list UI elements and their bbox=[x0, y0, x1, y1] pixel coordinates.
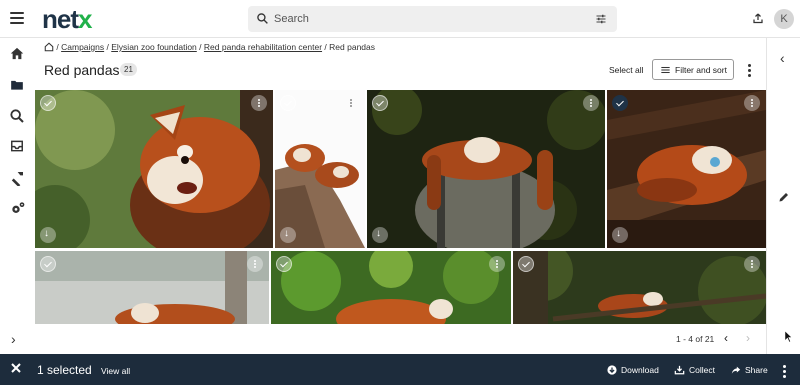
share-label: Share bbox=[745, 365, 768, 375]
previous-page-icon[interactable]: ‹ bbox=[724, 331, 728, 345]
asset-tile-red-panda-branch[interactable] bbox=[513, 251, 766, 324]
view-all-button[interactable]: View all bbox=[101, 366, 130, 376]
collect-button[interactable]: Collect bbox=[674, 365, 715, 375]
red-panda-photo bbox=[35, 90, 273, 248]
more-options-icon[interactable] bbox=[748, 64, 751, 77]
left-sidebar: › bbox=[0, 38, 35, 354]
settings-icon[interactable] bbox=[9, 200, 27, 216]
asset-tile-red-panda-barrel[interactable] bbox=[367, 90, 605, 248]
asset-tile-red-panda-fence[interactable] bbox=[35, 251, 269, 324]
search-bar[interactable] bbox=[248, 6, 617, 32]
download-icon bbox=[607, 365, 617, 375]
asset-tile-red-panda-sleeping-log[interactable] bbox=[607, 90, 766, 248]
red-panda-photo bbox=[367, 90, 605, 248]
hammer-icon[interactable] bbox=[9, 170, 25, 186]
mouse-cursor-icon bbox=[784, 330, 793, 343]
select-checkbox[interactable] bbox=[40, 95, 56, 111]
asset-tile-red-panda-leaves[interactable] bbox=[271, 251, 511, 324]
breadcrumb-separator: / bbox=[106, 42, 109, 52]
download-icon[interactable] bbox=[612, 227, 628, 243]
red-panda-photo bbox=[607, 90, 766, 248]
red-panda-photo bbox=[35, 251, 269, 324]
top-bar: netx K bbox=[0, 0, 800, 38]
search-input[interactable] bbox=[274, 9, 574, 29]
app-window: netx K › ‹ / Campaigns / Elysian zoo fou… bbox=[0, 0, 800, 385]
asset-tile-red-panda-closeup[interactable] bbox=[35, 90, 273, 248]
page-title: Red pandas bbox=[44, 62, 120, 78]
search-icon bbox=[257, 13, 268, 24]
next-page-icon[interactable]: › bbox=[746, 331, 750, 345]
filter-and-sort-label: Filter and sort bbox=[675, 65, 727, 75]
close-icon[interactable] bbox=[10, 362, 22, 374]
tile-more-icon[interactable] bbox=[583, 95, 599, 111]
download-icon[interactable] bbox=[372, 227, 388, 243]
netx-logo[interactable]: netx bbox=[42, 5, 93, 33]
selection-more-icon[interactable] bbox=[783, 365, 786, 378]
user-avatar[interactable]: K bbox=[774, 9, 794, 29]
right-panel: ‹ bbox=[766, 38, 800, 354]
expand-sidebar-icon[interactable]: › bbox=[11, 331, 16, 347]
select-checkbox[interactable] bbox=[40, 256, 56, 272]
download-icon[interactable] bbox=[280, 227, 296, 243]
selection-action-bar: 1 selected View all Download Collect Sha… bbox=[0, 354, 800, 385]
breadcrumb-link-rehab-center[interactable]: Red panda rehabilitation center bbox=[204, 42, 322, 52]
asset-count-badge: 21 bbox=[120, 63, 137, 76]
breadcrumb-link-elysian-zoo[interactable]: Elysian zoo foundation bbox=[111, 42, 197, 52]
breadcrumb-separator: / bbox=[199, 42, 202, 52]
folder-icon[interactable] bbox=[9, 78, 25, 92]
download-label: Download bbox=[621, 365, 659, 375]
upload-icon[interactable] bbox=[752, 12, 764, 25]
select-checkbox[interactable] bbox=[372, 95, 388, 111]
red-panda-photo bbox=[513, 251, 766, 324]
select-checkbox[interactable] bbox=[276, 256, 292, 272]
breadcrumb-link-campaigns[interactable]: Campaigns bbox=[61, 42, 104, 52]
select-all-button[interactable]: Select all bbox=[609, 65, 644, 75]
breadcrumb-separator: / bbox=[56, 42, 59, 52]
breadcrumb: / Campaigns / Elysian zoo foundation / R… bbox=[44, 42, 375, 52]
edit-icon[interactable] bbox=[778, 191, 790, 203]
red-panda-photo bbox=[271, 251, 511, 324]
filter-and-sort-button[interactable]: Filter and sort bbox=[652, 59, 734, 80]
selected-count: 1 selected bbox=[37, 363, 92, 377]
red-panda-photo bbox=[275, 90, 365, 248]
download-icon[interactable] bbox=[40, 227, 56, 243]
tile-more-icon[interactable] bbox=[489, 256, 505, 272]
collect-label: Collect bbox=[689, 365, 715, 375]
tile-more-icon[interactable] bbox=[343, 95, 359, 111]
inbox-icon[interactable] bbox=[9, 139, 25, 153]
share-button[interactable]: Share bbox=[731, 365, 768, 375]
breadcrumb-current: Red pandas bbox=[329, 42, 376, 52]
home-icon[interactable] bbox=[9, 46, 25, 61]
select-checkbox[interactable] bbox=[280, 95, 296, 111]
select-checkbox-selected[interactable] bbox=[612, 95, 628, 111]
menu-icon[interactable] bbox=[10, 12, 24, 24]
asset-grid bbox=[35, 90, 766, 324]
collect-icon bbox=[674, 365, 685, 375]
collapse-panel-icon[interactable]: ‹ bbox=[780, 50, 785, 66]
tile-more-icon[interactable] bbox=[251, 95, 267, 111]
breadcrumb-separator: / bbox=[324, 42, 327, 52]
search-icon[interactable] bbox=[9, 108, 25, 124]
share-icon bbox=[731, 366, 741, 374]
tile-more-icon[interactable] bbox=[744, 95, 760, 111]
search-options-icon[interactable] bbox=[595, 13, 607, 25]
pagination-range: 1 - 4 of 21 bbox=[676, 334, 715, 344]
tile-more-icon[interactable] bbox=[247, 256, 263, 272]
tile-more-icon[interactable] bbox=[744, 256, 760, 272]
asset-tile-two-red-pandas-tree[interactable] bbox=[275, 90, 365, 248]
filter-icon bbox=[661, 66, 670, 74]
download-button[interactable]: Download bbox=[607, 365, 659, 375]
breadcrumb-home-icon[interactable] bbox=[44, 42, 54, 52]
select-checkbox[interactable] bbox=[518, 256, 534, 272]
